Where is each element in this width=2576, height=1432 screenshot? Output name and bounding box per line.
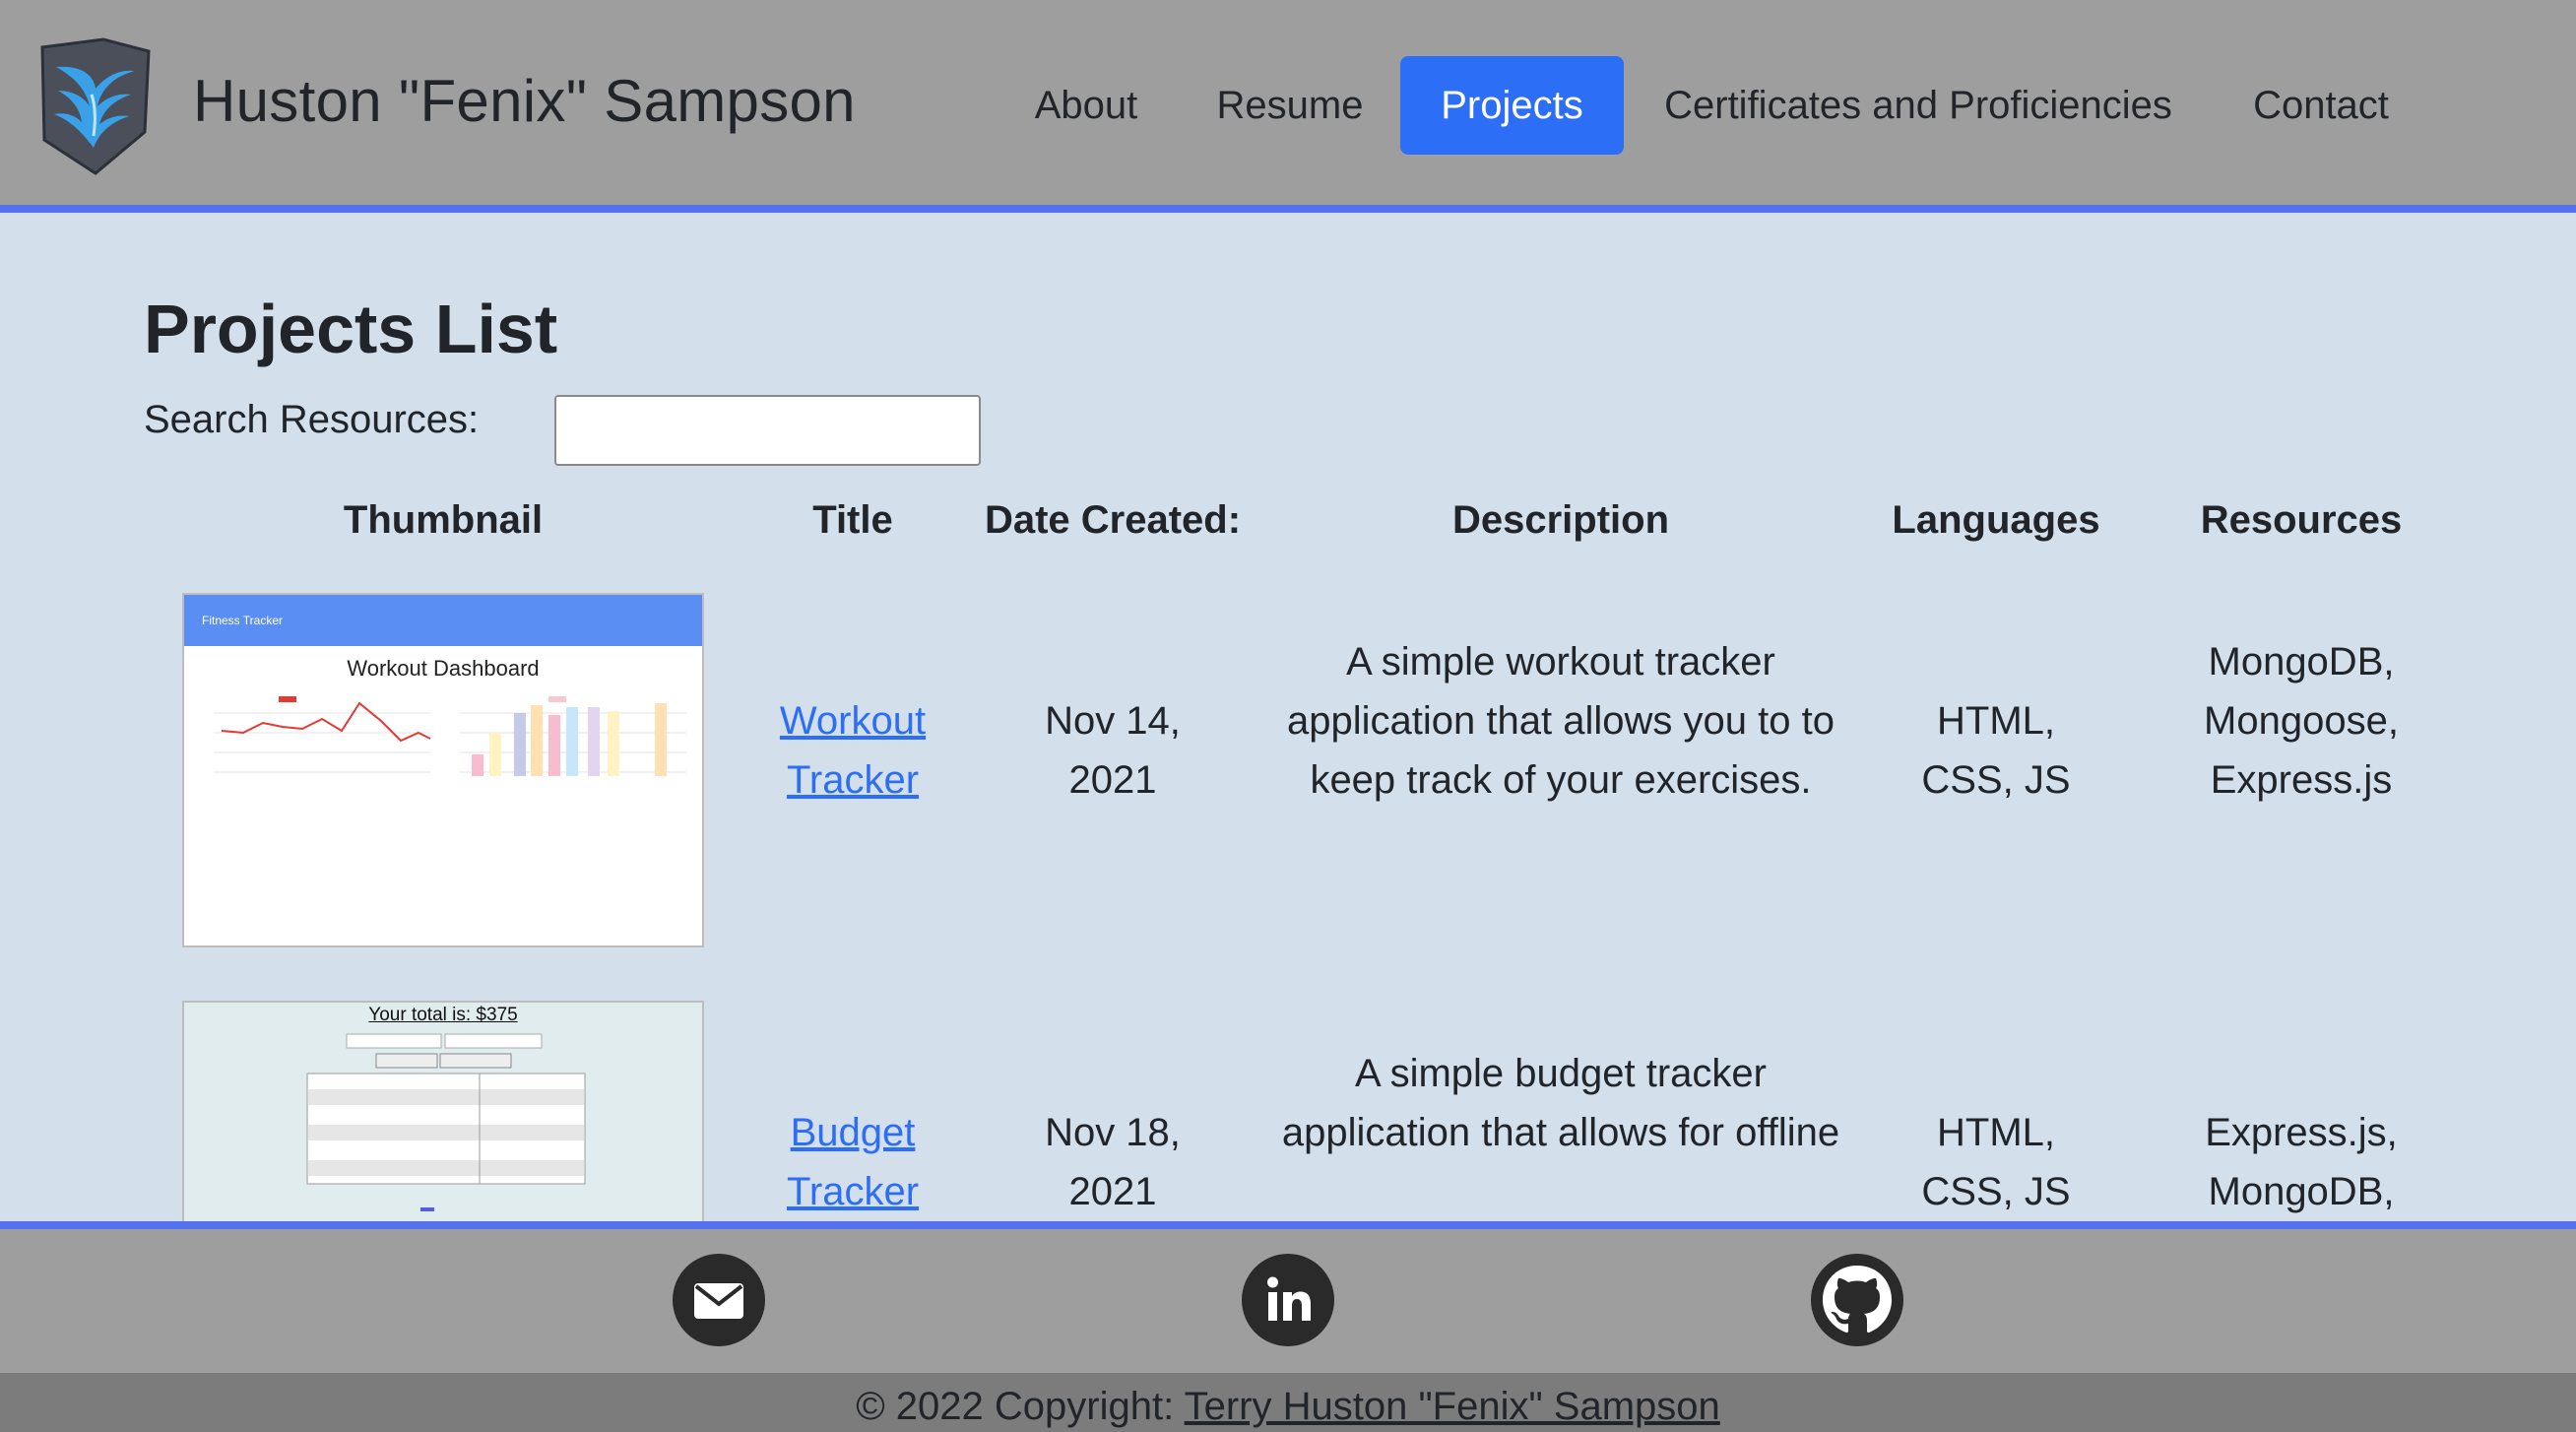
project-title-cell: Workout Tracker	[754, 691, 951, 810]
column-header-resources: Resources	[2200, 498, 2403, 542]
site-footer: © 2022 Copyright: Terry Huston "Fenix" S…	[0, 1221, 2576, 1432]
project-languages-cell: HTML, CSS, JS	[1848, 691, 2144, 810]
thumbnail-app-bar: Fitness Tracker	[184, 595, 702, 646]
project-date-cell: Nov 14, 2021	[975, 691, 1251, 810]
project-title-cell: Budget Tracker	[754, 1103, 951, 1221]
date-line: 2021	[1068, 1170, 1157, 1213]
date-line: Nov 18,	[1045, 1111, 1181, 1154]
languages-line: CSS, JS	[1921, 758, 2071, 802]
email-icon[interactable]	[673, 1254, 765, 1346]
languages-line: HTML,	[1937, 699, 2055, 743]
resources-line: Express.js	[2210, 758, 2393, 802]
nav-projects[interactable]: Projects	[1400, 56, 1624, 155]
linkedin-icon[interactable]	[1242, 1254, 1334, 1346]
nav-contact[interactable]: Contact	[2235, 56, 2407, 155]
copyright-bar: © 2022 Copyright: Terry Huston "Fenix" S…	[0, 1373, 2576, 1432]
date-line: 2021	[1068, 758, 1157, 802]
resources-line: MongoDB,	[2208, 640, 2395, 683]
project-title-link[interactable]: Budget Tracker	[787, 1111, 919, 1213]
search-input[interactable]	[554, 395, 981, 466]
column-header-description: Description	[1451, 498, 1670, 542]
project-date-cell: Nov 18, 2021	[975, 1103, 1251, 1221]
description-line: application that allows for offline	[1281, 1111, 1840, 1154]
nav-certificates[interactable]: Certificates and Proficiencies	[1648, 56, 2188, 155]
resources-line: Mongoose,	[2204, 699, 2399, 743]
column-header-date: Date Created:	[984, 498, 1242, 542]
title-line[interactable]: Workout	[780, 699, 926, 743]
project-title-link[interactable]: Workout Tracker	[780, 699, 926, 802]
thumbnail-caption: Your total is: $375	[368, 1005, 518, 1025]
project-thumbnail-budget-tracker[interactable]: Your total is: $375	[182, 1001, 704, 1221]
title-line[interactable]: Budget	[791, 1111, 916, 1154]
search-label: Search Resources:	[144, 398, 480, 441]
thumbnail-charts-image	[214, 696, 686, 776]
thumbnail-caption: Workout Dashboard	[347, 656, 540, 681]
github-icon[interactable]	[1811, 1254, 1903, 1346]
title-line[interactable]: Tracker	[787, 1170, 919, 1213]
description-line: application that allows you to to	[1287, 699, 1835, 743]
description-line: A simple budget tracker	[1355, 1052, 1767, 1095]
description-line: keep track of your exercises.	[1310, 758, 1812, 802]
column-header-languages: Languages	[1892, 498, 2100, 542]
project-resources-cell: Express.js, MongoDB,	[2154, 1103, 2449, 1221]
page-title: Projects List	[144, 291, 558, 367]
date-line: Nov 14,	[1045, 699, 1181, 743]
project-description-cell: A simple workout tracker application tha…	[1251, 632, 1871, 810]
nav-about[interactable]: About	[1014, 56, 1158, 155]
languages-line: CSS, JS	[1921, 1170, 2071, 1213]
column-header-thumbnail: Thumbnail	[343, 498, 544, 542]
copyright-link[interactable]: Terry Huston "Fenix" Sampson	[1185, 1385, 1720, 1428]
column-header-title: Title	[812, 498, 893, 542]
thumbnail-budget-image	[306, 1033, 586, 1211]
title-line[interactable]: Tracker	[787, 758, 919, 802]
nav-resume[interactable]: Resume	[1199, 56, 1381, 155]
languages-line: HTML,	[1937, 1111, 2055, 1154]
phoenix-shield-icon[interactable]	[34, 37, 157, 175]
project-resources-cell: MongoDB, Mongoose, Express.js	[2154, 632, 2449, 810]
resources-line: Express.js,	[2205, 1111, 2398, 1154]
project-description-cell: A simple budget tracker application that…	[1251, 1044, 1871, 1162]
site-header: Huston "Fenix" Sampson About Resume Proj…	[0, 0, 2576, 213]
description-line: A simple workout tracker	[1346, 640, 1775, 683]
project-thumbnail-workout-tracker[interactable]: Fitness Tracker Workout Dashboard	[182, 593, 704, 947]
project-languages-cell: HTML, CSS, JS	[1848, 1103, 2144, 1221]
copyright-text: © 2022 Copyright:	[856, 1385, 1175, 1428]
projects-main: Projects List Search Resources: Thumbnai…	[0, 221, 2576, 1221]
site-brand-title[interactable]: Huston "Fenix" Sampson	[193, 67, 856, 135]
resources-line: MongoDB,	[2208, 1170, 2395, 1213]
